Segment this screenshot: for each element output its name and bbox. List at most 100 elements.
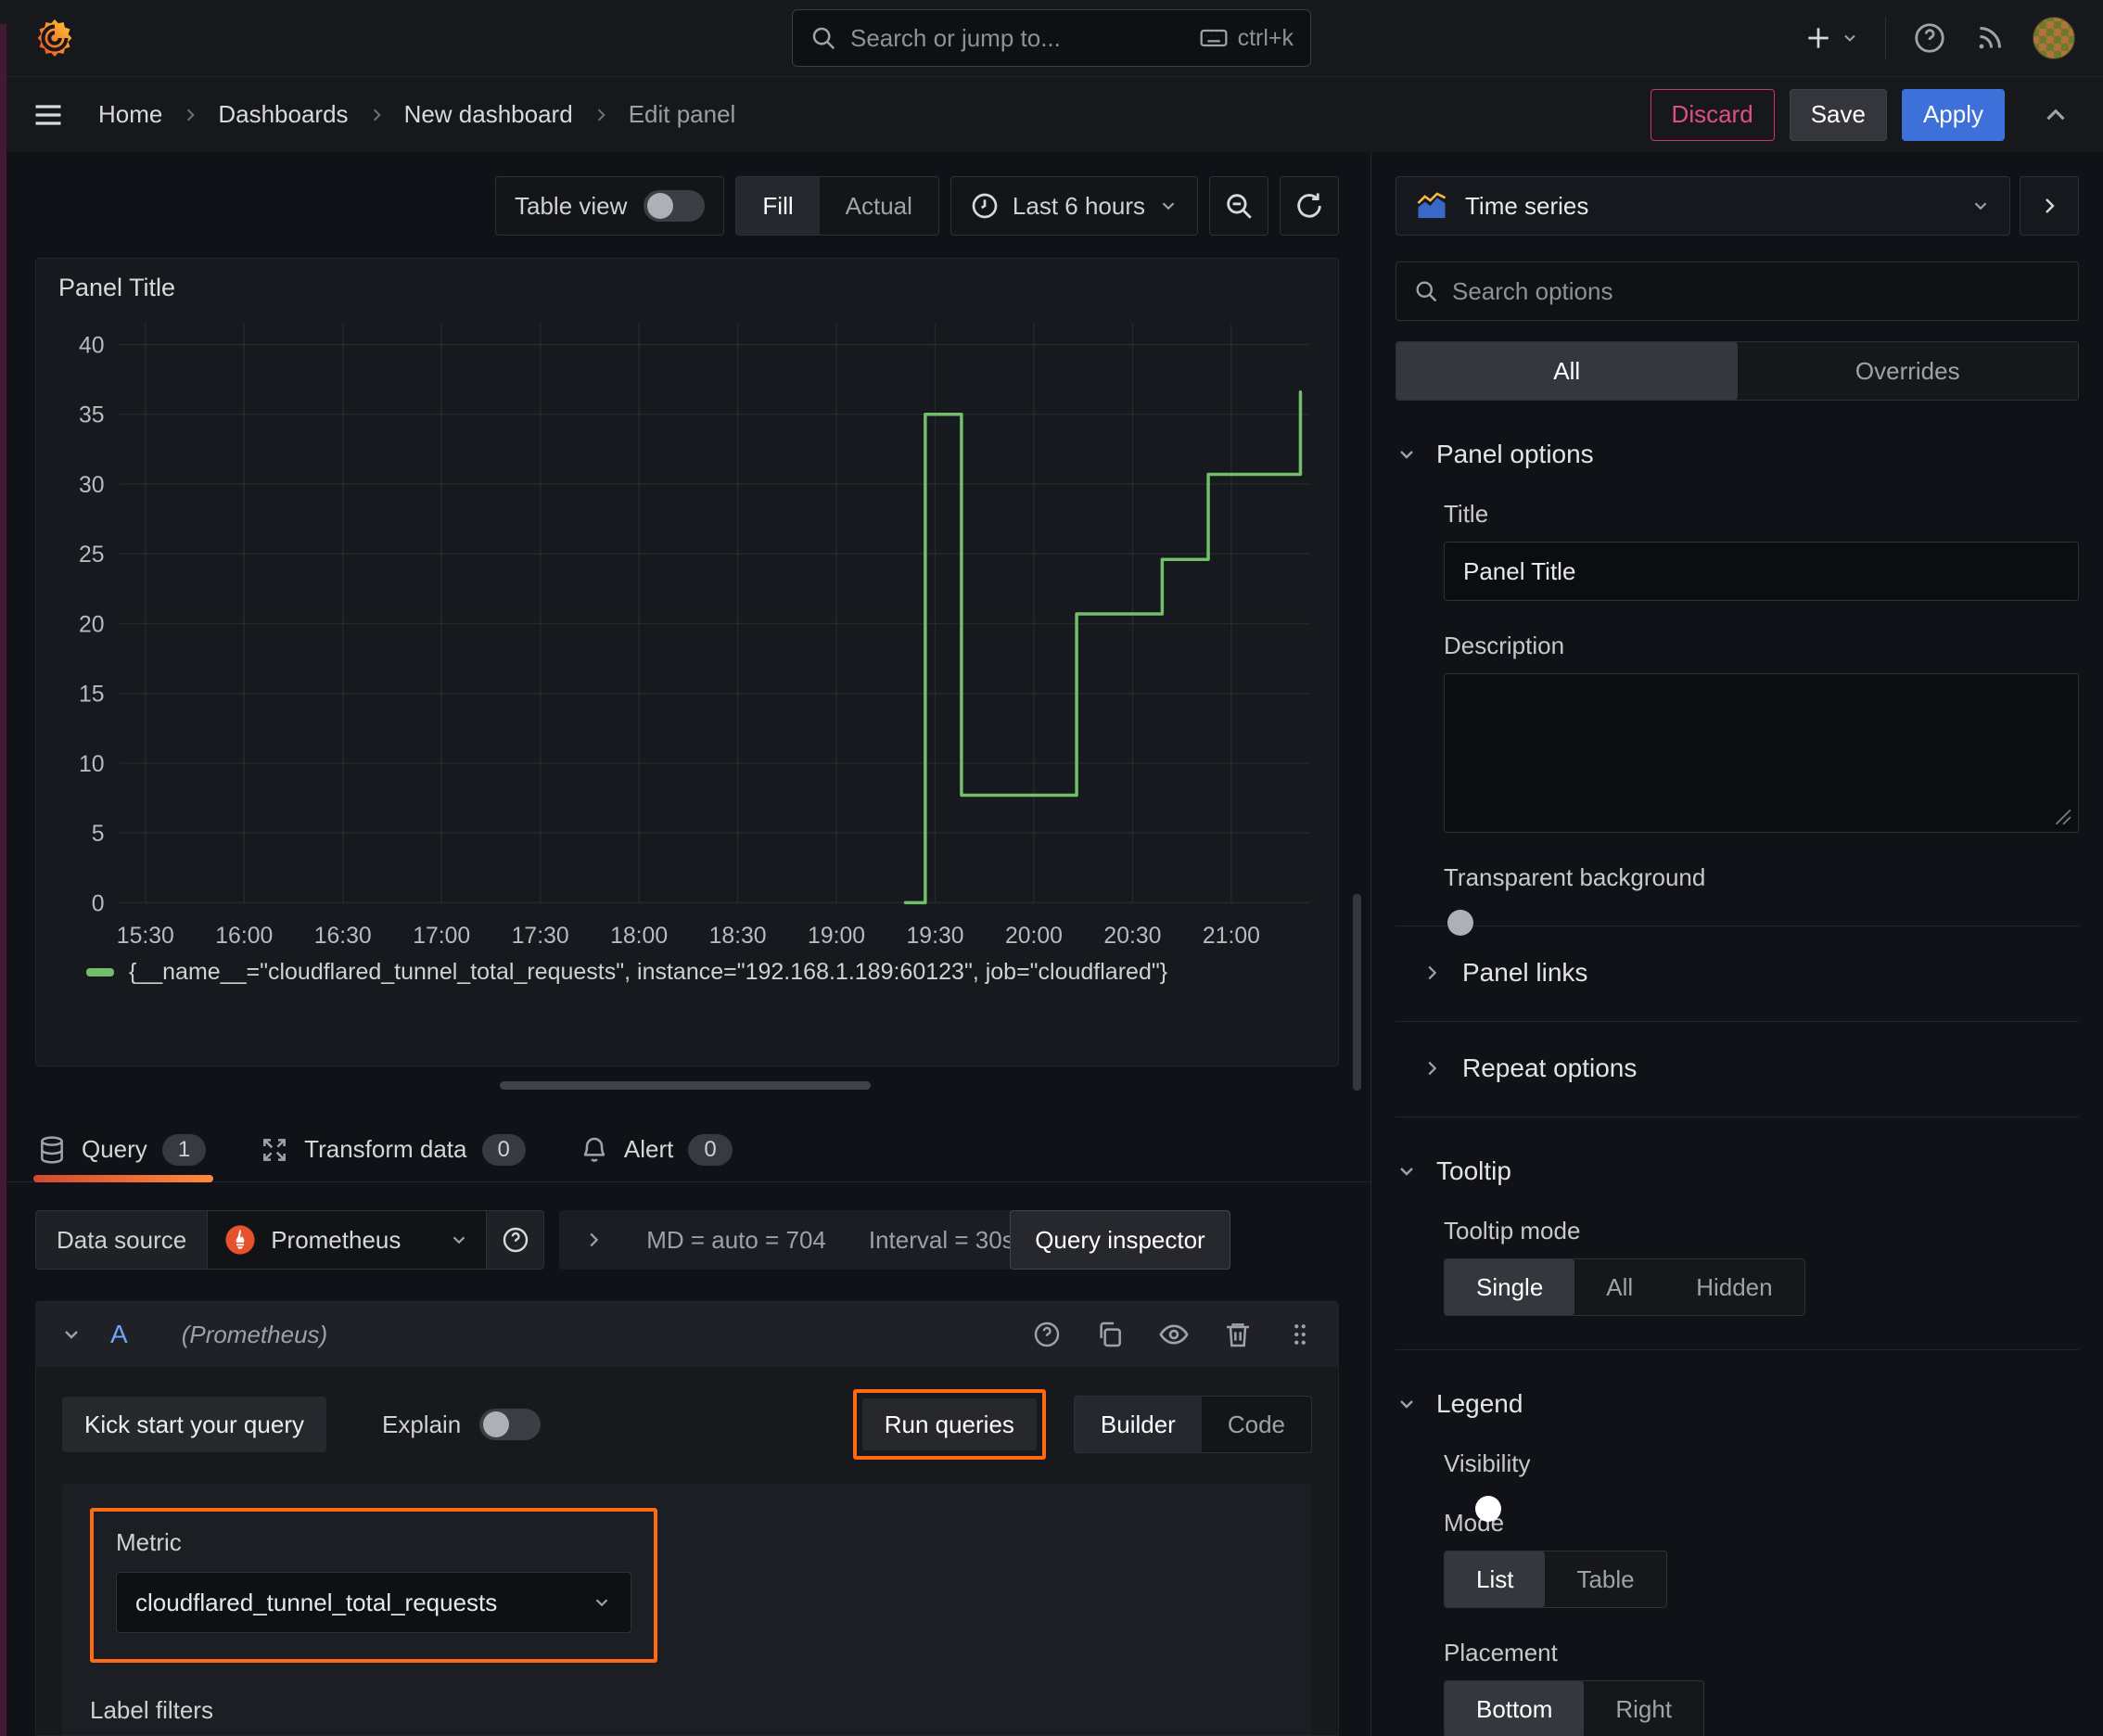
apply-button[interactable]: Apply xyxy=(1901,88,2005,141)
svg-text:40: 40 xyxy=(79,333,105,358)
time-range-picker[interactable]: Last 6 hours xyxy=(950,176,1198,236)
legend-mode-table[interactable]: Table xyxy=(1545,1551,1665,1607)
grafana-logo-icon[interactable] xyxy=(33,17,76,59)
legend-mode-label: Mode xyxy=(1444,1509,1505,1537)
panel-options-header[interactable]: Panel options xyxy=(1396,440,2079,469)
viz-suggestions-button[interactable] xyxy=(2020,176,2079,236)
query-inspector-button[interactable]: Query inspector xyxy=(1010,1210,1230,1270)
interval-stat: Interval = 30s xyxy=(868,1225,1014,1254)
new-menu-button[interactable] xyxy=(1803,23,1859,53)
time-series-viz-icon xyxy=(1417,192,1447,219)
code-option[interactable]: Code xyxy=(1202,1397,1311,1452)
tab-alert-label: Alert xyxy=(623,1135,674,1163)
chart-legend[interactable]: {__name__="cloudflared_tunnel_total_requ… xyxy=(58,959,1318,986)
svg-text:20: 20 xyxy=(79,612,105,637)
panel-links-section[interactable]: Panel links xyxy=(1396,958,2079,988)
datasource-help-button[interactable] xyxy=(487,1210,545,1270)
help-icon[interactable] xyxy=(1032,1320,1062,1349)
datasource-select[interactable]: Prometheus xyxy=(207,1210,488,1270)
explain-toggle-group: Explain xyxy=(381,1409,542,1440)
fill-option[interactable]: Fill xyxy=(736,177,820,235)
time-series-chart[interactable]: 0 5 10 15 20 25 30 35 40 15:30 16:00 16:30 17:00 17:3… xyxy=(58,304,1318,959)
save-button[interactable]: Save xyxy=(1789,88,1887,141)
visualization-select[interactable]: Time series xyxy=(1396,176,2010,236)
options-search[interactable] xyxy=(1396,262,2079,321)
tooltip-mode-all[interactable]: All xyxy=(1574,1259,1664,1315)
tab-overrides[interactable]: Overrides xyxy=(1738,342,2079,400)
chevron-down-icon[interactable] xyxy=(60,1323,83,1346)
search-icon xyxy=(812,27,835,50)
legend-placement-right[interactable]: Right xyxy=(1584,1681,1703,1736)
resize-handle-icon[interactable] xyxy=(2052,806,2072,826)
builder-option[interactable]: Builder xyxy=(1074,1397,1202,1452)
legend-series-swatch xyxy=(86,968,114,976)
transform-icon xyxy=(263,1138,287,1161)
tooltip-mode-hidden[interactable]: Hidden xyxy=(1664,1259,1803,1315)
database-icon xyxy=(41,1135,63,1164)
query-row-header[interactable]: A (Prometheus) xyxy=(36,1302,1338,1367)
breadcrumb-new-dashboard[interactable]: New dashboard xyxy=(404,100,573,129)
query-builder-toolbar: Kick start your query Explain Run querie… xyxy=(62,1389,1312,1460)
tooltip-mode-switch: Single All Hidden xyxy=(1444,1258,1805,1316)
tab-query[interactable]: Query 1 xyxy=(33,1117,214,1182)
description-textarea[interactable] xyxy=(1444,673,2079,833)
tab-all[interactable]: All xyxy=(1396,342,1738,400)
pane-resize-handle[interactable] xyxy=(500,1081,871,1090)
legend-placement-bottom[interactable]: Bottom xyxy=(1445,1681,1585,1736)
search-input[interactable] xyxy=(850,23,1186,53)
scrollbar-thumb[interactable] xyxy=(1353,894,1361,1091)
refresh-icon xyxy=(1297,193,1321,218)
kick-start-button[interactable]: Kick start your query xyxy=(62,1397,326,1452)
refresh-button[interactable] xyxy=(1280,176,1339,236)
svg-text:25: 25 xyxy=(79,542,105,568)
chevron-up-icon[interactable] xyxy=(2040,99,2071,131)
chevron-right-icon xyxy=(597,108,605,121)
table-view-toggle[interactable] xyxy=(644,190,706,222)
trash-icon[interactable] xyxy=(1223,1320,1253,1349)
discard-button[interactable]: Discard xyxy=(1650,88,1775,141)
help-icon[interactable] xyxy=(1912,20,1947,56)
query-tabs: Query 1 Transform data 0 Alert 0 xyxy=(0,1090,1370,1182)
breadcrumb-dashboards[interactable]: Dashboards xyxy=(218,100,348,129)
breadcrumb: Home Dashboards New dashboard Edit panel xyxy=(98,100,735,129)
svg-text:20:00: 20:00 xyxy=(1005,924,1063,949)
svg-text:10: 10 xyxy=(79,752,105,777)
run-queries-button[interactable]: Run queries xyxy=(861,1398,1037,1450)
tooltip-section: Tooltip Tooltip mode Single All Hidden xyxy=(1396,1156,2079,1316)
repeat-options-section[interactable]: Repeat options xyxy=(1396,1053,2079,1083)
section-divider xyxy=(1396,925,2079,926)
duplicate-icon[interactable] xyxy=(1095,1320,1125,1349)
tooltip-header[interactable]: Tooltip xyxy=(1396,1156,2079,1186)
user-avatar[interactable] xyxy=(2033,17,2075,59)
zoom-out-button[interactable] xyxy=(1209,176,1268,236)
tooltip-mode-single[interactable]: Single xyxy=(1445,1259,1575,1315)
metric-value: cloudflared_tunnel_total_requests xyxy=(135,1588,498,1616)
metric-select[interactable]: cloudflared_tunnel_total_requests xyxy=(116,1572,631,1633)
svg-text:0: 0 xyxy=(92,891,105,916)
legend-header[interactable]: Legend xyxy=(1396,1389,2079,1419)
actual-option[interactable]: Actual xyxy=(820,177,938,235)
explain-toggle[interactable] xyxy=(479,1409,542,1440)
svg-text:30: 30 xyxy=(79,473,105,498)
panel-links-heading: Panel links xyxy=(1462,958,1588,987)
legend-mode-list[interactable]: List xyxy=(1445,1551,1546,1607)
tooltip-heading: Tooltip xyxy=(1436,1156,1511,1185)
news-rss-icon[interactable] xyxy=(1973,21,2007,55)
breadcrumb-home[interactable]: Home xyxy=(98,100,162,129)
chevron-right-icon xyxy=(2046,198,2055,213)
global-search[interactable]: ctrl+k xyxy=(792,9,1311,67)
alert-count-badge: 0 xyxy=(688,1133,733,1166)
fill-actual-switch: Fill Actual xyxy=(735,176,939,236)
description-label: Description xyxy=(1444,632,1565,659)
eye-icon[interactable] xyxy=(1158,1319,1190,1350)
menu-toggle-icon[interactable] xyxy=(32,98,65,132)
tab-alert[interactable]: Alert 0 xyxy=(580,1117,733,1182)
panel-title-input[interactable] xyxy=(1444,542,2079,601)
zoom-out-icon xyxy=(1227,194,1252,219)
explain-label: Explain xyxy=(381,1410,462,1438)
tab-transform[interactable]: Transform data 0 xyxy=(260,1117,526,1182)
chevron-down-icon xyxy=(1400,1168,1413,1176)
options-search-input[interactable] xyxy=(1452,276,2061,306)
drag-handle-icon[interactable] xyxy=(1286,1321,1314,1348)
repeat-options-heading: Repeat options xyxy=(1462,1053,1638,1082)
